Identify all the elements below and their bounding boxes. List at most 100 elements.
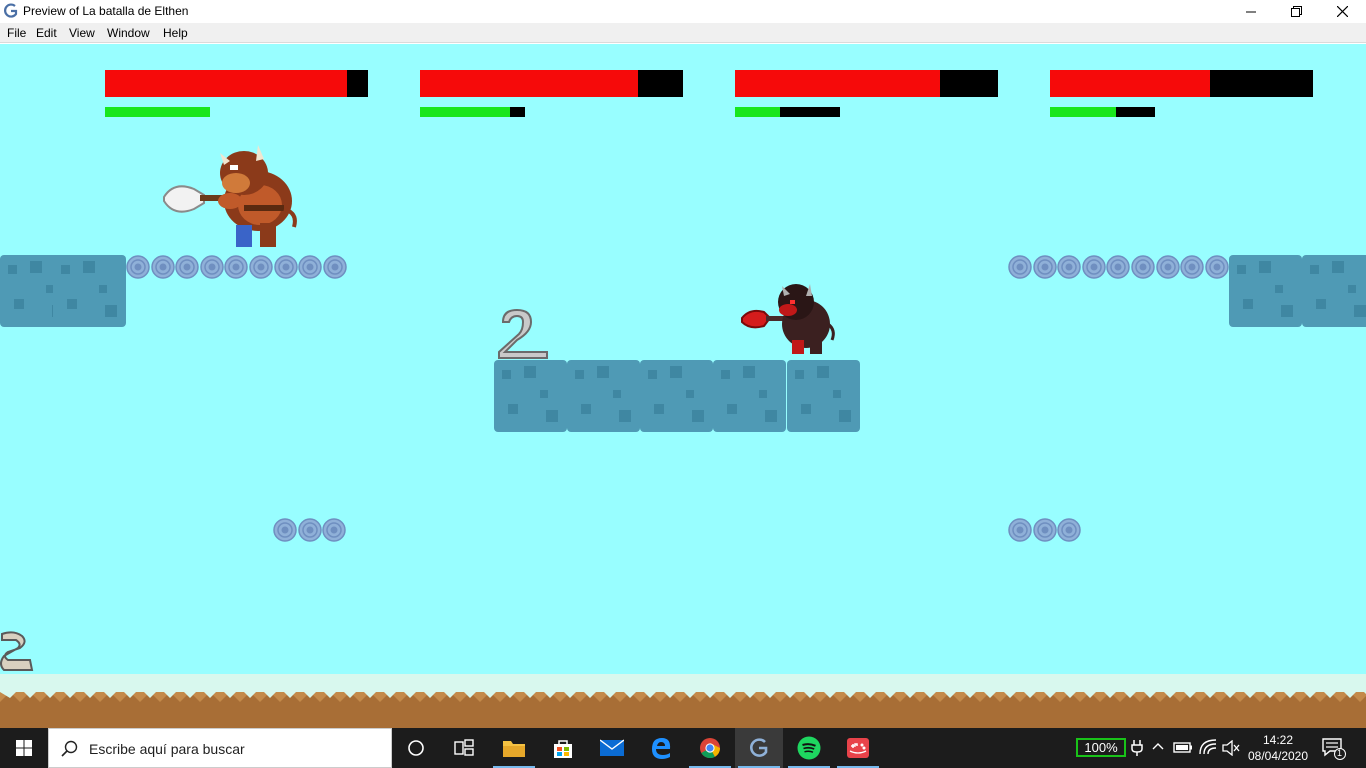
ring-block [1155,255,1180,279]
ring-block [1082,255,1106,279]
platform-tile [787,360,860,432]
tile-texture [99,285,107,293]
tile-texture [727,404,737,414]
gamemaker-taskbar-icon [750,738,768,757]
task-view-icon [454,739,474,756]
game-button[interactable] [834,728,882,768]
menu-edit[interactable]: Edit [36,26,57,40]
clock[interactable]: 14:22 08/04/2020 [1246,732,1310,764]
chevron-up-icon[interactable] [1152,742,1164,750]
tile-texture [1316,299,1326,309]
snake-2-shape [498,308,548,359]
tile-texture [692,410,704,422]
title-bar: Preview of La batalla de Elthen [0,0,1366,23]
edge-button[interactable] [637,728,685,768]
ring-block [249,255,273,279]
tile-texture [743,366,755,378]
clock-date: 08/04/2020 [1247,749,1309,763]
gamepad-icon [847,738,869,758]
platform-tile [1302,255,1366,327]
ring-block [1205,255,1229,279]
notification-count: 1 [1337,748,1343,758]
platform-tile [567,360,640,432]
store-button[interactable] [539,728,587,768]
minotaur-player-1 [163,145,297,247]
menu-file[interactable]: File [7,26,26,40]
ring-block [175,255,199,279]
game-canvas[interactable]: 2 S [0,44,1366,728]
spotify-button[interactable] [785,728,833,768]
ring-block [1057,518,1081,542]
notification-button[interactable]: 1 [1322,738,1346,765]
restore-button[interactable] [1273,0,1319,23]
menu-bar: File Edit View Window Help [0,23,1366,43]
ring-block [322,518,346,542]
tile-texture [839,410,851,422]
tile-texture [759,390,767,398]
window-title: Preview of La batalla de Elthen [23,4,189,18]
tile-texture [670,366,682,378]
stamina-fill-player-4 [1050,107,1117,117]
volume-muted-icon[interactable] [1222,740,1240,756]
tile-texture [817,366,829,378]
battery-indicator[interactable]: 100% [1076,738,1126,757]
gamemaker-taskbar-button[interactable] [735,728,783,768]
tile-texture [502,370,511,379]
edge-icon [652,738,671,759]
stamina-bar-player-4 [1050,107,1155,117]
tile-texture [686,390,694,398]
notification-icon [1322,738,1346,760]
chrome-button[interactable] [686,728,734,768]
gamemaker-icon [4,3,18,18]
tile-texture [575,370,584,379]
search-box[interactable]: Escribe aquí para buscar [48,728,392,768]
stamina-fill-player-2 [420,107,511,117]
platform-tile [640,360,713,432]
wifi-icon[interactable] [1199,739,1217,755]
task-view-button[interactable] [440,728,488,768]
menu-view[interactable]: View [69,26,95,40]
marker-s: S [0,630,36,674]
tile-texture [613,390,621,398]
ring-block [1032,518,1057,542]
minimize-button[interactable] [1228,0,1274,23]
stamina-bar-player-2 [420,107,525,117]
tile-texture [1348,285,1356,293]
stamina-fill-player-1 [105,107,210,117]
snake-s-shape [0,631,34,671]
menu-help[interactable]: Help [163,26,188,40]
ring-block [1106,255,1131,279]
folder-icon [503,741,525,757]
ground [0,674,1366,728]
tile-texture [833,390,841,398]
platform-tile [494,360,567,432]
search-placeholder: Escribe aquí para buscar [89,741,245,757]
tile-texture [1243,299,1253,309]
cortana-button[interactable] [392,728,440,768]
ring-block [1032,255,1057,279]
ring-block [323,255,347,279]
health-bar-player-3 [735,70,998,97]
tile-texture [508,404,518,414]
start-button[interactable] [0,728,48,768]
battery-icon[interactable] [1173,740,1193,754]
close-button[interactable] [1319,0,1365,23]
platform-tile [1229,255,1302,327]
chrome-icon [700,738,721,759]
health-bar-player-4 [1050,70,1313,97]
tile-texture [1259,261,1271,273]
tile-texture [1275,285,1283,293]
minimize-icon [1246,11,1256,12]
ring-block [1131,255,1155,279]
windows-icon [16,740,32,756]
tile-texture [14,299,24,309]
menu-window[interactable]: Window [107,26,150,40]
ring-block [200,255,224,279]
tile-texture [581,404,591,414]
ring-block [224,255,249,279]
file-explorer-button[interactable] [490,728,538,768]
mail-button[interactable] [588,728,636,768]
tile-texture [8,265,17,274]
close-icon [1336,6,1348,17]
tile-texture [1332,261,1344,273]
